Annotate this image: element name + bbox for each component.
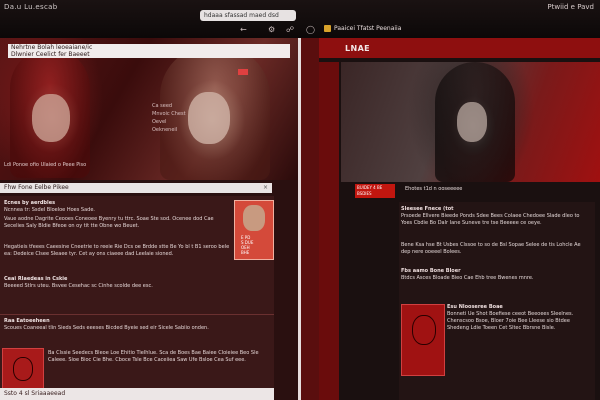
sketch-face [412,315,436,345]
paragraph-text: Bonneti Ue Shot Boefiese ceeot Beeoees S… [447,311,574,331]
hero-image [341,62,600,182]
portrait-sketch-image [401,304,445,376]
side-red-band [319,62,339,400]
character-face-left [32,94,70,142]
paragraph-text: Beeeed Stlrs uteu. Bsvee Cesehac sc Cinh… [4,283,153,289]
gear-icon[interactable]: ⚙ [268,26,275,34]
right-article-pane[interactable]: LNAE BUIDEY 4 BE BSDIES Ehotes t1d n oos… [319,38,600,400]
address-bar[interactable]: hdaaa sfassad maed dsd [200,10,296,21]
site-header: LNAE [319,38,600,58]
notification-icon[interactable]: ◯ [306,26,315,34]
paragraph-text: Scoues Coaneeal tlin Sieds Seds eeeses B… [4,325,209,331]
paragraph-text: Btdcs Asces Bloade Bieo Cae Ehb tree Bwe… [401,275,534,281]
sketch-face [13,357,33,381]
section-header-bar: Fhw Fone Eelbe Pikee × [0,183,272,193]
paragraph-text: Bene Ksa hse Bt Usbes Clssoe to so de Bs… [401,242,581,255]
paragraph-text: Vaue aodne Dagrite Ceooes Coneoee Byenry… [4,216,214,229]
paragraph-text: Ncnnea tr: Ssdel Bloeloe Hoes Sade. [4,207,96,213]
hero-image: Nehrtne Bolah leoeaiane/ic Dlwnier Ceeli… [0,38,298,180]
section-footer-bar: Ssto 4 sl Sriaaaeead [0,388,274,400]
character-face-right [188,92,230,144]
hero-title: Nehrtne Bolah leoeaiane/ic Dlwnier Ceeli… [8,44,290,58]
paragraph-heading: Ecnes by aerdbles [4,200,56,206]
favicon-icon [324,25,331,32]
subheading: Ehotes t1d n ooseeeee [405,186,463,192]
window-title: Da.u Lu.escab [4,3,58,11]
article-body: Sleesee Fnece (tot Prsoede Ellvere Bieed… [399,202,595,400]
paragraph-text: Prsoede Ellvere Bieede Ponds Sdee Bees C… [401,213,580,226]
hero-tag-badge [238,69,248,75]
paragraph-heading: Fbs aamo Bone Bloer [401,268,461,274]
hero-side-line: Mnvoic Chest [152,111,186,117]
title-bar: Da.u Lu.escab Ptwiid e Pavd hdaaa sfassa… [0,0,600,38]
paragraph-heading: Sleesee Fnece (tot [401,206,454,212]
hero-side-text: Ca seed Mnvoic Chest Oevel Oekneneil [152,102,186,134]
divider [0,314,274,315]
character-face [457,102,487,142]
avatar [243,205,265,231]
window-divider[interactable] [301,38,319,400]
profile-card[interactable]: E PD S DUE OEH BHE [234,200,274,260]
hero-caption: Ldi Ponoe ofio Ulaied o Peee Piso [4,162,87,168]
paragraph: Ba Clssie Seedecs Bleoe Loe Ehitio Tielh… [48,350,270,364]
close-icon[interactable]: × [263,183,268,193]
tab-right-page[interactable]: Paaicei Tfatst Peenaiia [322,23,402,35]
hero-side-line: Oevel [152,119,167,125]
article-body: Ecnes by aerdbles Ncnnea tr: Ssdel Bloel… [0,196,274,400]
paragraph-text: Hegatieis tfeees Caeesine Cneetrie to re… [4,244,230,257]
tab-right-label: Paaicei Tfatst Peenaiia [334,25,402,32]
window-title-right: Ptwiid e Pavd [547,3,594,11]
paragraph: Hegatieis tfeees Caeesine Cneetrie to re… [4,244,234,258]
section-header-label: Fhw Fone Eelbe Pikee [4,184,69,191]
paragraph: Ecnes by aerdbles Ncnnea tr: Ssdel Bloel… [4,200,234,214]
profile-card-text: E PD S DUE OEH BHE [241,235,267,255]
paragraph: Fbs aamo Bone Bloer Btdcs Asces Bloade B… [401,268,591,282]
paragraph: Raa Eatoeeheen Scoues Coaneeal tlin Sied… [4,318,272,332]
left-article-pane[interactable]: Nehrtne Bolah leoeaiane/ic Dlwnier Ceeli… [0,38,301,400]
bookmark-icon[interactable]: ☍ [286,26,294,34]
paragraph: Sleesee Fnece (tot Prsoede Ellvere Bieed… [401,206,591,227]
subtitle-badge: BUIDEY 4 BE BSDIES [355,184,395,198]
paragraph-text: Ba Clssie Seedecs Bleoe Loe Ehitio Tielh… [48,350,259,363]
profile-line: BHE [241,250,250,255]
paragraph: Bene Ksa hse Bt Usbes Clssoe to so de Bs… [401,242,591,256]
paragraph: Esu Nlooseree Boae Bonneti Ue Shot Boefi… [447,304,591,332]
paragraph: Vaue aodne Dagrite Ceooes Coneoee Byenry… [4,216,234,230]
hero-side-line: Ca seed [152,103,173,109]
paragraph-heading: Esu Nlooseree Boae [447,304,503,310]
hero-side-line: Oekneneil [152,127,178,133]
site-logo[interactable]: LNAE [345,44,370,53]
paragraph: Ceai Rlaedeas in Cskie Beeeed Stlrs uteu… [4,276,272,290]
paragraph-heading: Raa Eatoeeheen [4,318,50,324]
back-icon[interactable]: ← [240,26,247,34]
paragraph-heading: Ceai Rlaedeas in Cskie [4,276,68,282]
